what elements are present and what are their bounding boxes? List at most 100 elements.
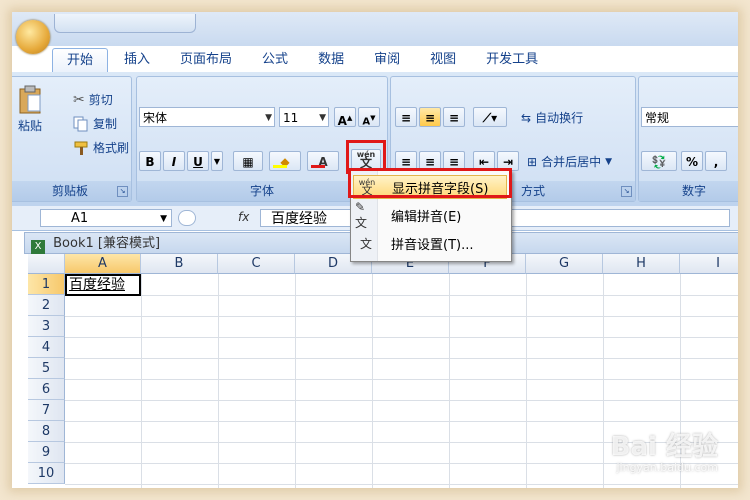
font-size-value: 11 <box>283 111 299 125</box>
merge-center-label: 合并后居中 <box>541 155 602 169</box>
grid-line <box>65 379 738 380</box>
row-header-3[interactable]: 3 <box>28 316 65 337</box>
number-group: 常规 💱 % , 数字 <box>638 76 738 202</box>
column-header-c[interactable]: C <box>218 254 295 274</box>
grid-line <box>603 274 604 488</box>
format-painter-label: 格式刷 <box>93 141 130 155</box>
dialog-launcher-icon[interactable]: ↘ <box>621 186 632 197</box>
ribbon-tabs: 开始 插入 页面布局 公式 数据 审阅 视图 开发工具 <box>52 48 552 73</box>
grid-line <box>526 274 527 488</box>
paste-label: 粘贴 <box>17 119 42 133</box>
number-group-label: 数字 <box>639 181 738 201</box>
tab-view[interactable]: 视图 <box>416 48 470 72</box>
align-bottom-button[interactable]: ≡ <box>443 107 465 127</box>
row-header-9[interactable]: 9 <box>28 442 65 463</box>
name-box[interactable]: A1 ▼ <box>40 209 172 227</box>
grid-line <box>218 274 219 488</box>
number-format-combo[interactable]: 常规 <box>641 107 738 127</box>
dialog-launcher-icon[interactable]: ↘ <box>117 186 128 197</box>
menu-item-label: 编辑拼音(E) <box>391 209 462 225</box>
wrap-text-label: 自动换行 <box>535 111 584 125</box>
format-painter-button[interactable]: 格式刷 <box>73 139 129 156</box>
menu-item-edit-phonetic[interactable]: ✎文 编辑拼音(E) <box>353 200 507 230</box>
row-header-4[interactable]: 4 <box>28 337 65 358</box>
grid-line <box>372 274 373 488</box>
workbook-title: Book1 [兼容模式] <box>53 236 161 251</box>
office-button[interactable] <box>16 20 50 54</box>
orientation-button[interactable]: ⟋▾ <box>473 107 507 127</box>
fx-icon[interactable]: fx <box>238 210 249 224</box>
row-header-10[interactable]: 10 <box>28 463 65 484</box>
tab-home[interactable]: 开始 <box>52 48 109 73</box>
fill-color-button[interactable]: ◆ <box>269 151 301 171</box>
currency-button[interactable]: 💱 <box>641 151 677 171</box>
grow-font-button[interactable]: A▲ <box>334 107 356 128</box>
cell-a1[interactable]: 百度经验 <box>65 274 141 296</box>
row-header-8[interactable]: 8 <box>28 421 65 442</box>
chevron-down-icon: ▼ <box>319 113 326 123</box>
copy-button[interactable]: 复制 <box>73 115 117 132</box>
shrink-font-button[interactable]: A▼ <box>358 107 380 127</box>
watermark: Bai 经验 jingyan.baidu.com <box>610 432 718 474</box>
tab-developer[interactable]: 开发工具 <box>472 48 552 72</box>
grid-line <box>449 274 450 488</box>
italic-button[interactable]: I <box>163 151 185 171</box>
column-header-a[interactable]: A <box>65 254 141 274</box>
menu-item-label: 拼音设置(T)... <box>391 237 474 253</box>
cut-label: 剪切 <box>88 93 113 107</box>
font-name-combo[interactable]: 宋体 ▼ <box>139 107 275 127</box>
number-format-value: 常规 <box>645 111 670 125</box>
percent-button[interactable]: % <box>681 151 703 171</box>
grid-line <box>295 274 296 488</box>
phonetic-settings-icon: 文 <box>359 236 372 251</box>
excel-window: 开始 插入 页面布局 公式 数据 审阅 视图 开发工具 粘贴 ✂ 剪切 复制 格… <box>12 12 738 488</box>
font-color-button[interactable]: A <box>307 151 339 171</box>
column-header-h[interactable]: H <box>603 254 680 274</box>
bold-button[interactable]: B <box>139 151 161 171</box>
grid-line <box>65 316 738 317</box>
merge-center-button[interactable]: ⊞ 合并后居中 ▼ <box>527 153 612 170</box>
select-all-corner[interactable] <box>28 254 65 274</box>
tab-insert[interactable]: 插入 <box>110 48 164 72</box>
column-header-g[interactable]: G <box>526 254 603 274</box>
grid-line <box>65 358 738 359</box>
row-header-6[interactable]: 6 <box>28 379 65 400</box>
grid-line <box>65 484 738 485</box>
border-icon: ▦ <box>242 155 254 169</box>
border-button[interactable]: ▦ <box>233 151 263 171</box>
quick-access-toolbar[interactable] <box>54 14 196 33</box>
wrap-text-button[interactable]: ⇆ 自动换行 <box>521 109 583 126</box>
copy-icon <box>73 116 88 131</box>
menu-item-phonetic-settings[interactable]: 文 拼音设置(T)... <box>353 231 507 255</box>
row-header-2[interactable]: 2 <box>28 295 65 316</box>
column-header-b[interactable]: B <box>141 254 218 274</box>
formula-bar-handle[interactable] <box>178 210 196 226</box>
wrap-text-icon: ⇆ <box>521 110 532 125</box>
underline-button[interactable]: U <box>187 151 209 171</box>
row-header-7[interactable]: 7 <box>28 400 65 421</box>
row-header-1[interactable]: 1 <box>28 274 65 295</box>
tab-review[interactable]: 审阅 <box>360 48 414 72</box>
tab-data[interactable]: 数据 <box>304 48 358 72</box>
grid-line <box>65 295 738 296</box>
font-size-combo[interactable]: 11 ▼ <box>279 107 329 127</box>
chevron-down-icon: ▼ <box>160 214 167 224</box>
chevron-down-icon[interactable]: ▼ <box>211 151 223 171</box>
paste-button[interactable]: 粘贴 <box>17 85 43 134</box>
excel-file-icon: X <box>31 240 45 254</box>
align-top-button[interactable]: ≡ <box>395 107 417 127</box>
grid-line <box>65 421 738 422</box>
name-box-value: A1 <box>71 211 89 226</box>
tab-page-layout[interactable]: 页面布局 <box>166 48 246 72</box>
font-name-value: 宋体 <box>143 111 168 125</box>
cut-button[interactable]: ✂ 剪切 <box>73 91 113 108</box>
column-header-i[interactable]: I <box>680 254 738 274</box>
menu-item-highlight <box>348 168 512 198</box>
comma-button[interactable]: , <box>705 151 727 171</box>
row-header-5[interactable]: 5 <box>28 358 65 379</box>
chevron-down-icon: ▼ <box>605 156 612 167</box>
align-middle-button[interactable]: ≡ <box>419 107 441 127</box>
clipboard-group: 粘贴 ✂ 剪切 复制 格式刷 剪贴板 ↘ <box>12 76 132 202</box>
tab-formulas[interactable]: 公式 <box>248 48 302 72</box>
merge-icon: ⊞ <box>527 154 538 169</box>
